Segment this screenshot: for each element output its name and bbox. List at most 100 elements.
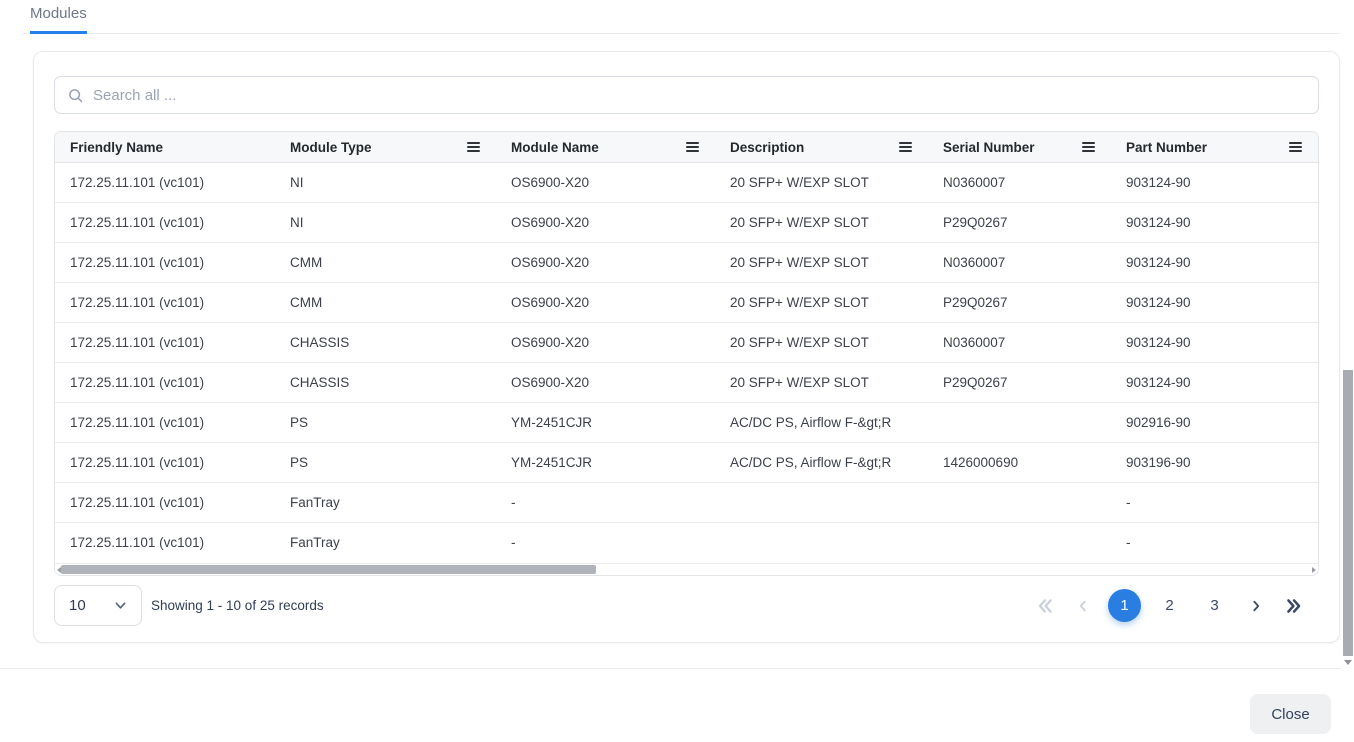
pagination-left: 10 Showing 1 - 10 of 25 records: [54, 585, 324, 626]
records-summary: Showing 1 - 10 of 25 records: [151, 598, 324, 613]
tab-bar: Modules: [22, 0, 1340, 34]
table-row: 172.25.11.101 (vc101)CHASSISOS6900-X2020…: [55, 363, 1318, 403]
table-cell: CMM: [275, 243, 496, 282]
table-cell: [928, 523, 1111, 563]
column-header-label: Serial Number: [943, 140, 1035, 155]
table-cell: P29Q0267: [928, 283, 1111, 322]
page-1-button[interactable]: 1: [1108, 589, 1141, 622]
table-cell: 1426000690: [928, 443, 1111, 482]
column-header: Description: [715, 132, 928, 162]
table-cell: YM-2451CJR: [496, 403, 715, 442]
table-cell: [928, 483, 1111, 522]
double-chevron-right-icon: [1285, 597, 1303, 615]
table-cell: -: [1111, 523, 1318, 563]
table-cell: OS6900-X20: [496, 323, 715, 362]
table-cell: 172.25.11.101 (vc101): [55, 483, 275, 522]
table-cell: [928, 403, 1111, 442]
column-header-label: Description: [730, 140, 804, 155]
table-cell: OS6900-X20: [496, 363, 715, 402]
page-3-button[interactable]: 3: [1198, 589, 1231, 622]
table-cell: 903124-90: [1111, 203, 1318, 242]
previous-page-button[interactable]: [1070, 589, 1096, 622]
table-cell: 172.25.11.101 (vc101): [55, 363, 275, 402]
page-size-value: 10: [69, 597, 86, 614]
table-body: 172.25.11.101 (vc101)NIOS6900-X2020 SFP+…: [55, 163, 1318, 563]
table-row: 172.25.11.101 (vc101)FanTray--: [55, 483, 1318, 523]
next-page-button[interactable]: [1243, 589, 1269, 622]
column-header: Module Type: [275, 132, 496, 162]
column-menu-icon[interactable]: [467, 142, 480, 152]
table-cell: [715, 483, 928, 522]
search-input[interactable]: [93, 87, 1306, 104]
table-cell: P29Q0267: [928, 363, 1111, 402]
column-menu-icon[interactable]: [1289, 142, 1302, 152]
table-cell: FanTray: [275, 483, 496, 522]
vertical-scrollbar-thumb[interactable]: [1343, 370, 1353, 656]
table-horizontal-scrollbar[interactable]: [55, 563, 1318, 575]
column-header-label: Module Type: [290, 140, 372, 155]
table-row: 172.25.11.101 (vc101)PSYM-2451CJRAC/DC P…: [55, 443, 1318, 483]
table-cell: 20 SFP+ W/EXP SLOT: [715, 323, 928, 362]
table-cell: OS6900-X20: [496, 163, 715, 202]
tab-modules[interactable]: Modules: [30, 0, 87, 34]
table-cell: 20 SFP+ W/EXP SLOT: [715, 283, 928, 322]
table-cell: PS: [275, 403, 496, 442]
table-cell: OS6900-X20: [496, 243, 715, 282]
table-header-row: Friendly Name Module Type Module Name De…: [55, 132, 1318, 163]
table-cell: 903124-90: [1111, 163, 1318, 202]
table-cell: 903124-90: [1111, 243, 1318, 282]
last-page-button[interactable]: [1281, 589, 1307, 622]
table-cell: 20 SFP+ W/EXP SLOT: [715, 363, 928, 402]
table-cell: CHASSIS: [275, 363, 496, 402]
search-icon: [67, 87, 84, 104]
pager: 1 2 3: [1032, 589, 1307, 622]
table-cell: 172.25.11.101 (vc101): [55, 523, 275, 563]
page-2-button[interactable]: 2: [1153, 589, 1186, 622]
modules-panel: Modules Friendly Name Module Type Module…: [0, 0, 1354, 742]
table-cell: N0360007: [928, 243, 1111, 282]
table-cell: -: [496, 523, 715, 563]
table-cell: 903124-90: [1111, 283, 1318, 322]
table-cell: YM-2451CJR: [496, 443, 715, 482]
column-header: Serial Number: [928, 132, 1111, 162]
table-cell: 172.25.11.101 (vc101): [55, 283, 275, 322]
table-row: 172.25.11.101 (vc101)CMMOS6900-X2020 SFP…: [55, 243, 1318, 283]
pagination-bar: 10 Showing 1 - 10 of 25 records: [54, 585, 1319, 626]
table-cell: NI: [275, 163, 496, 202]
table-cell: 903124-90: [1111, 363, 1318, 402]
table-cell: N0360007: [928, 163, 1111, 202]
scroll-right-arrow-icon[interactable]: [1312, 567, 1316, 573]
horizontal-scrollbar-thumb[interactable]: [61, 565, 596, 574]
table-cell: N0360007: [928, 323, 1111, 362]
footer-divider: [0, 668, 1341, 669]
close-button[interactable]: Close: [1250, 694, 1331, 734]
scroll-down-arrow-icon[interactable]: [1344, 660, 1352, 665]
table-cell: -: [496, 483, 715, 522]
table-row: 172.25.11.101 (vc101)NIOS6900-X2020 SFP+…: [55, 163, 1318, 203]
column-header: Module Name: [496, 132, 715, 162]
table-cell: FanTray: [275, 523, 496, 563]
chevron-down-icon: [114, 599, 127, 612]
table-cell: 172.25.11.101 (vc101): [55, 323, 275, 362]
first-page-button[interactable]: [1032, 589, 1058, 622]
table-cell: [715, 523, 928, 563]
column-header-label: Part Number: [1126, 140, 1207, 155]
table-cell: CMM: [275, 283, 496, 322]
table-cell: AC/DC PS, Airflow F-&gt;R: [715, 443, 928, 482]
column-menu-icon[interactable]: [1082, 142, 1095, 152]
table-cell: 172.25.11.101 (vc101): [55, 443, 275, 482]
chevron-left-icon: [1076, 599, 1090, 613]
column-header: Part Number: [1111, 132, 1318, 162]
column-header: Friendly Name: [55, 132, 275, 162]
table-cell: 20 SFP+ W/EXP SLOT: [715, 243, 928, 282]
page-size-select[interactable]: 10: [54, 585, 142, 626]
window-vertical-scrollbar[interactable]: [1341, 0, 1354, 742]
table-row: 172.25.11.101 (vc101)NIOS6900-X2020 SFP+…: [55, 203, 1318, 243]
table-cell: OS6900-X20: [496, 283, 715, 322]
table-cell: NI: [275, 203, 496, 242]
column-menu-icon[interactable]: [899, 142, 912, 152]
column-menu-icon[interactable]: [686, 142, 699, 152]
table-cell: 172.25.11.101 (vc101): [55, 403, 275, 442]
table-row: 172.25.11.101 (vc101)FanTray--: [55, 523, 1318, 563]
table-cell: PS: [275, 443, 496, 482]
